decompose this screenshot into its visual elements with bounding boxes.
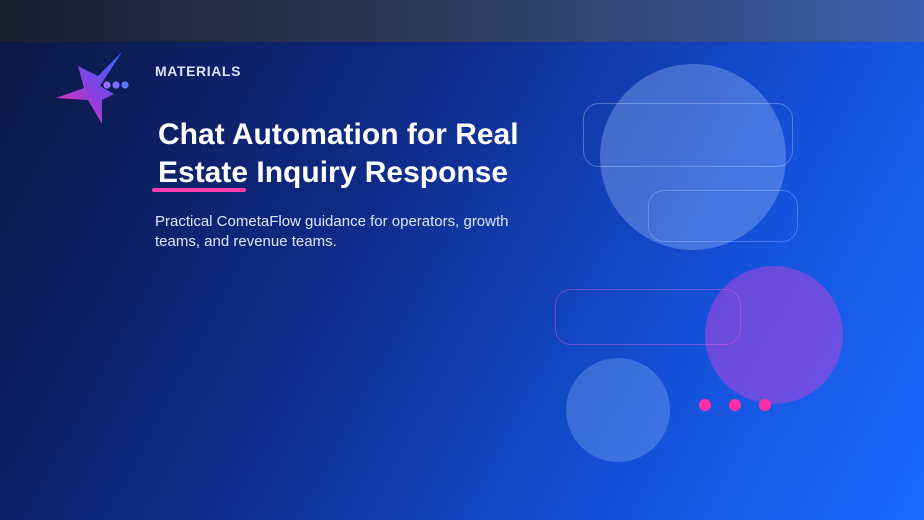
decorative-circle [566,358,670,462]
decorative-chat-bubble [583,103,793,167]
page-subtitle: Practical CometaFlow guidance for operat… [155,213,509,250]
title-accent-underline [152,188,246,192]
typing-dot [699,399,711,411]
typing-dot [729,399,741,411]
hero-banner: MATERIALS Chat Automation for Real Estat… [0,0,924,520]
decorative-chat-bubble [555,289,741,345]
decorative-chat-bubble [648,190,798,242]
top-bar [0,0,924,42]
typing-dot [759,399,771,411]
star-chat-logo-icon [54,50,130,126]
section-eyebrow: MATERIALS [155,63,242,79]
page-title: Chat Automation for Real Estate Inquiry … [158,118,519,189]
